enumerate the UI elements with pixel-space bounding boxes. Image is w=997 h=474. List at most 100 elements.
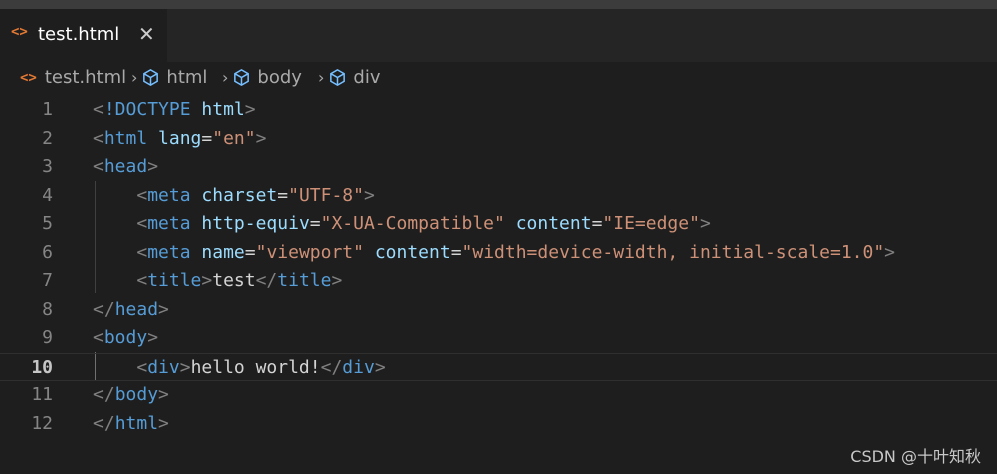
code-token: meta [147, 241, 191, 263]
line-number: 12 [31, 412, 53, 434]
line-number: 11 [31, 384, 53, 405]
code-token: head [114, 298, 159, 320]
html-file-icon: <> [11, 24, 28, 40]
code-token: html [114, 412, 159, 434]
code-token: "IE=edge" [602, 213, 700, 234]
code-line[interactable]: 11 </body> [0, 381, 997, 409]
code-token: </ [93, 412, 115, 434]
code-token: > [147, 156, 159, 177]
code-token: < [93, 327, 104, 348]
code-token: head [103, 156, 148, 177]
code-line[interactable]: 10 <div>hello world!</div> [0, 352, 997, 382]
line-content: <meta http-equiv="X-UA-Compatible" conte… [93, 210, 711, 238]
breadcrumb-item-div[interactable]: › div [314, 67, 381, 88]
code-line[interactable]: 7 <title>test</title> [0, 267, 997, 295]
code-token: content [374, 241, 451, 263]
code-token: </ [255, 270, 278, 291]
line-number: 3 [42, 156, 53, 177]
code-token: = [277, 184, 289, 206]
code-token: meta [147, 184, 191, 206]
symbol-element-icon [330, 69, 346, 86]
line-number: 5 [42, 213, 53, 234]
line-content: </html> [93, 410, 169, 438]
code-token: = [450, 241, 462, 263]
code-token: < [136, 241, 148, 263]
html-file-icon: <> [20, 69, 37, 86]
watermark: CSDN @十叶知秋 [850, 447, 981, 466]
line-content: <html lang="en"> [93, 125, 266, 153]
code-token: = [309, 213, 321, 234]
code-token: html [103, 127, 148, 149]
breadcrumb-item-html[interactable]: › html [127, 67, 207, 88]
code-line[interactable]: 5 <meta http-equiv="X-UA-Compatible" con… [0, 210, 997, 238]
chevron-right-icon: › [318, 68, 325, 87]
code-token: > [699, 213, 711, 234]
chevron-right-icon: › [131, 68, 138, 87]
line-number: 9 [42, 327, 53, 348]
line-content: <meta name="viewport" content="width=dev… [93, 239, 895, 267]
code-line[interactable]: 1 <!DOCTYPE html> [0, 96, 997, 124]
line-content: <body> [93, 324, 158, 352]
line-number: 4 [42, 184, 53, 206]
line-content: <meta charset="UTF-8"> [93, 182, 375, 210]
code-line[interactable]: 8 </head> [0, 296, 997, 324]
code-token: = [244, 241, 256, 263]
code-token: > [884, 241, 896, 263]
code-line[interactable]: 9 <body> [0, 324, 997, 352]
code-token: content [515, 213, 592, 234]
code-line[interactable]: 12 </html> [0, 410, 997, 438]
line-content: <!DOCTYPE html> [93, 96, 256, 124]
code-token: < [136, 356, 148, 378]
code-token: html [201, 99, 245, 120]
breadcrumb-label: div [353, 67, 381, 88]
code-token: = [201, 127, 213, 149]
code-token: < [136, 184, 148, 206]
line-number: 7 [42, 270, 53, 291]
code-token: > [363, 184, 375, 206]
line-content: <head> [93, 153, 158, 181]
code-token: </ [93, 384, 115, 405]
code-token: > [331, 270, 343, 291]
line-number: 2 [42, 127, 53, 149]
code-token: > [244, 99, 256, 120]
code-token: div [342, 356, 375, 378]
code-token: > [374, 356, 386, 378]
code-token: "UTF-8" [288, 184, 364, 206]
code-token: div [147, 356, 180, 378]
code-line[interactable]: 6 <meta name="viewport" content="width=d… [0, 239, 997, 267]
code-token: > [158, 384, 169, 405]
code-token: hello world! [190, 356, 321, 378]
code-editor[interactable]: 1 <!DOCTYPE html> 2 <html lang="en"> 3 <head>… [0, 96, 997, 436]
line-number: 1 [42, 99, 53, 120]
close-icon[interactable]: ✕ [138, 22, 155, 46]
code-token: http-equiv [201, 213, 310, 234]
code-token: name [201, 241, 245, 263]
code-line[interactable]: 4 <meta charset="UTF-8"> [0, 182, 997, 210]
code-token: > [158, 298, 169, 320]
breadcrumb-item-file[interactable]: <> test.html [20, 67, 126, 88]
line-content: <title>test</title> [93, 267, 342, 295]
code-token: test [212, 270, 256, 291]
title-bar-strip [0, 0, 997, 9]
breadcrumb-label: html [166, 67, 208, 88]
code-token: </ [320, 356, 343, 378]
code-token: > [179, 356, 191, 378]
breadcrumb: <> test.html › html › body › div [0, 62, 997, 96]
code-token: body [103, 327, 148, 348]
tab-test-html[interactable]: <> test.html ✕ [0, 9, 167, 62]
code-token: < [93, 99, 104, 120]
code-line[interactable]: 2 <html lang="en"> [0, 125, 997, 153]
line-content: <div>hello world!</div> [93, 354, 386, 382]
code-line[interactable]: 3 <head> [0, 153, 997, 181]
breadcrumb-item-body[interactable]: › body [218, 67, 302, 88]
code-token: charset [201, 184, 278, 206]
code-token: title [147, 270, 202, 291]
line-number: 10 [31, 356, 53, 378]
tab-bar: <> test.html ✕ [0, 9, 997, 62]
